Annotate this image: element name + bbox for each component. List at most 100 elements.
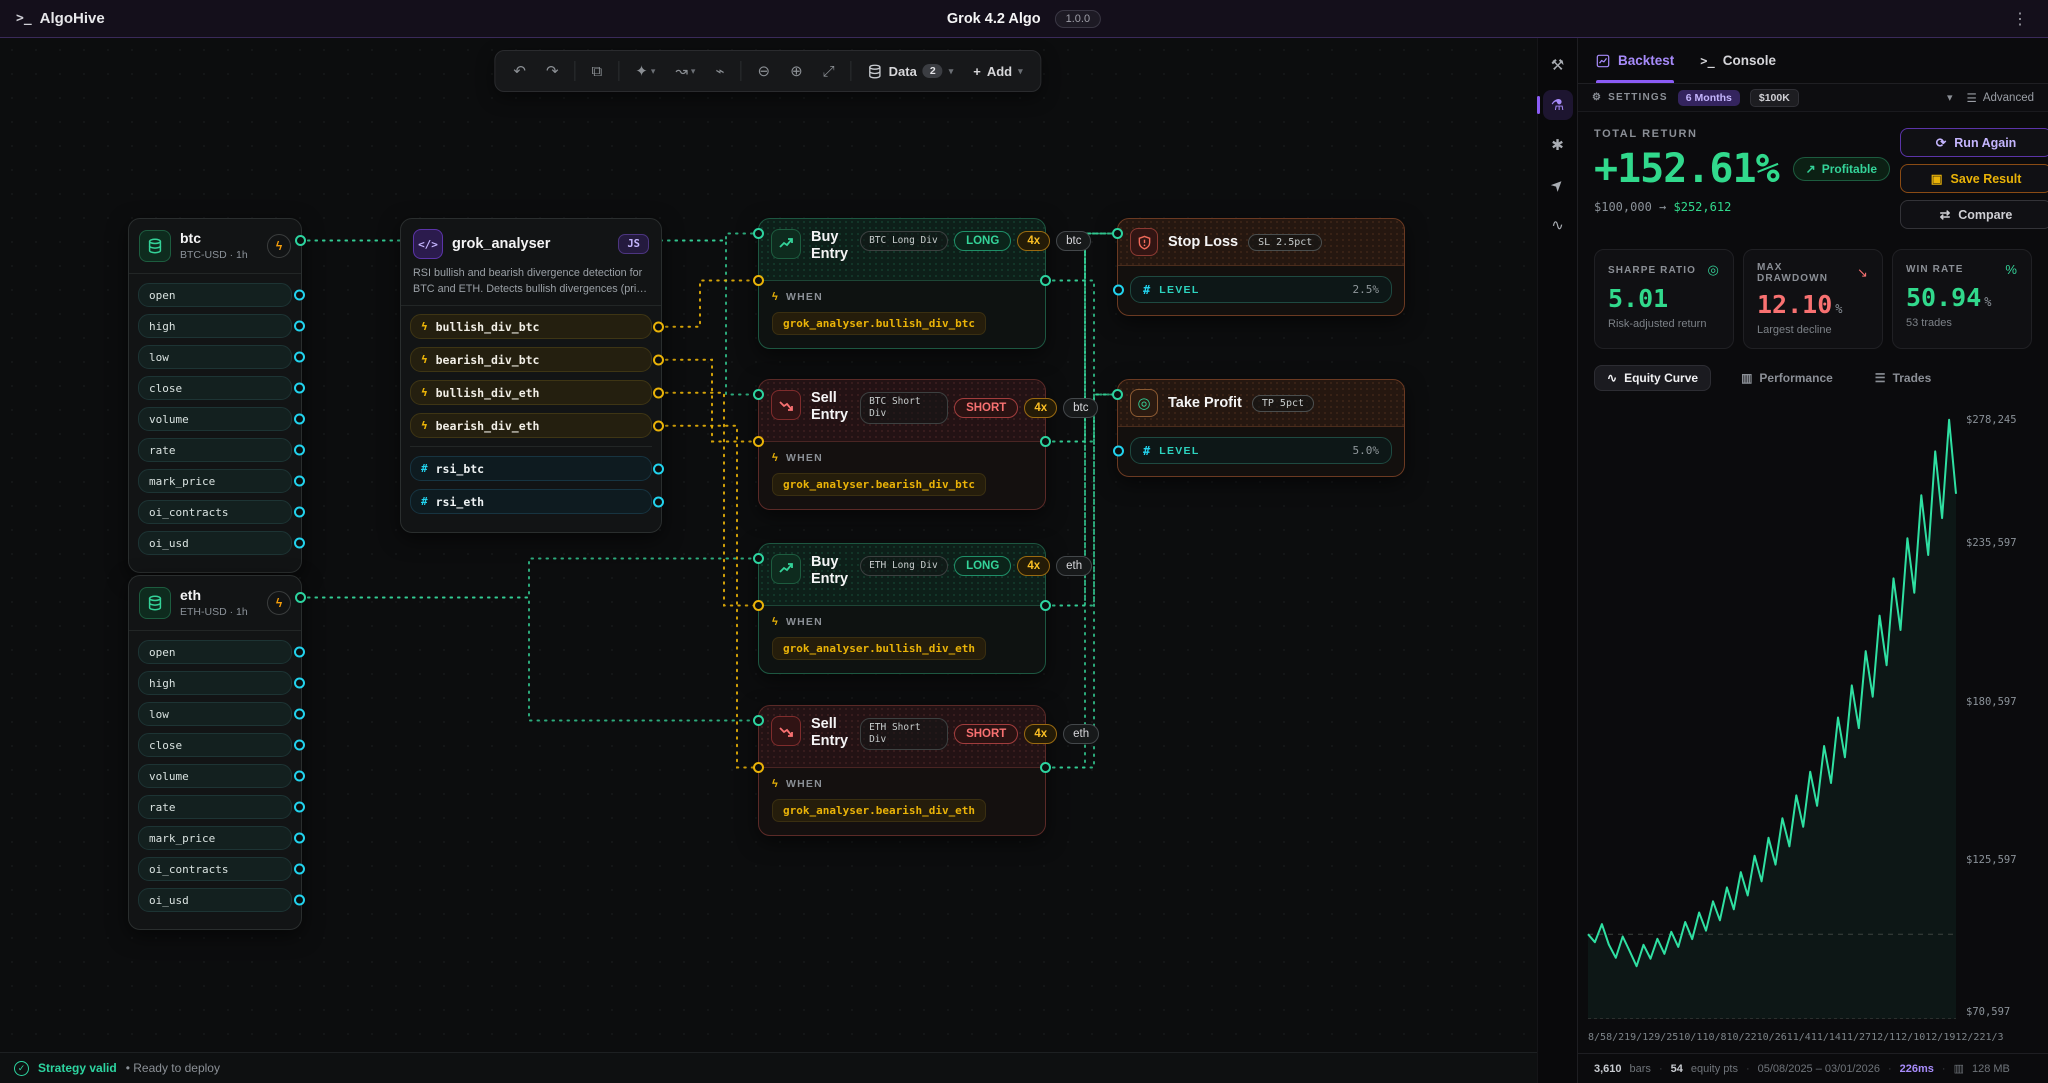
signal-row[interactable]: ϟ bullish_div_eth [410, 380, 652, 405]
node-stop-loss[interactable]: Stop Loss SL 2.5pct # LEVEL 2.5% [1117, 218, 1405, 316]
tab-trades[interactable]: ☰ Trades [1863, 366, 1943, 390]
port-field-output[interactable] [294, 476, 305, 487]
save-result-button[interactable]: ▣ Save Result [1900, 164, 2048, 193]
field-row[interactable]: volume [138, 764, 292, 788]
port-btc-output[interactable] [295, 235, 306, 246]
tab-performance[interactable]: ▥ Performance [1729, 366, 1845, 390]
auto-wire-button[interactable]: ✦▾ [627, 58, 663, 84]
tab-console[interactable]: >_ Console [1700, 38, 1776, 83]
port-market-input[interactable] [753, 715, 764, 726]
collapse-chevron-icon[interactable]: ▾ [1947, 91, 1953, 104]
field-row[interactable]: volume [138, 407, 292, 431]
monitor-tool-button[interactable]: ∿ [1543, 210, 1573, 240]
fit-view-button[interactable]: ⤢ [815, 59, 843, 84]
undo-button[interactable]: ↶ [505, 58, 534, 84]
when-expression[interactable]: grok_analyser.bearish_div_eth [772, 799, 986, 822]
port-field-output[interactable] [294, 290, 305, 301]
port-level-input[interactable] [1113, 445, 1124, 456]
field-row[interactable]: oi_contracts [138, 500, 292, 524]
copy-button[interactable]: ⧉ [584, 59, 611, 84]
link-button[interactable]: ⌁ [707, 58, 732, 84]
advanced-button[interactable]: ☰ Advanced [1967, 91, 2034, 105]
port-when-input[interactable] [753, 762, 764, 773]
field-row[interactable]: rate [138, 438, 292, 462]
strategy-canvas[interactable]: ↶ ↷ ⧉ ✦▾ ↝▾ ⌁ ⊖ ⊕ ⤢ Data 2 [0, 38, 1537, 1052]
field-row[interactable]: open [138, 283, 292, 307]
zoom-in-button[interactable]: ⊕ [782, 58, 811, 84]
field-row[interactable]: rate [138, 795, 292, 819]
deploy-tool-button[interactable]: ➤ [1543, 170, 1573, 200]
port-level-input[interactable] [1113, 284, 1124, 295]
port-field-output[interactable] [294, 383, 305, 394]
capital-badge[interactable]: $100K [1750, 89, 1799, 107]
port-when-input[interactable] [753, 436, 764, 447]
when-expression[interactable]: grok_analyser.bullish_div_eth [772, 637, 986, 660]
tab-backtest[interactable]: Backtest [1596, 38, 1674, 83]
node-buy-entry-eth[interactable]: Buy Entry ETH Long Div LONG 4x eth ϟWHEN… [758, 543, 1046, 674]
port-take-profit-input[interactable] [1112, 389, 1123, 400]
when-expression[interactable]: grok_analyser.bullish_div_btc [772, 312, 986, 335]
port-field-output[interactable] [294, 507, 305, 518]
port-field-output[interactable] [294, 833, 305, 844]
port-entry-output[interactable] [1040, 275, 1051, 286]
period-badge[interactable]: 6 Months [1678, 90, 1740, 106]
port-field-output[interactable] [294, 740, 305, 751]
compare-button[interactable]: ⇄ Compare [1900, 200, 2048, 229]
node-eth[interactable]: eth ETH-USD · 1h ϟ open [128, 575, 302, 930]
port-field-output[interactable] [294, 647, 305, 658]
redo-button[interactable]: ↷ [538, 58, 567, 84]
port-field-output[interactable] [294, 445, 305, 456]
field-row[interactable]: high [138, 314, 292, 338]
signal-row[interactable]: ϟ bearish_div_btc [410, 347, 652, 372]
field-row[interactable]: mark_price [138, 826, 292, 850]
port-entry-output[interactable] [1040, 600, 1051, 611]
run-again-button[interactable]: ⟳ Run Again [1900, 128, 2048, 157]
level-row[interactable]: # LEVEL 5.0% [1130, 437, 1392, 464]
overflow-menu-icon[interactable]: ⋮ [2008, 9, 2032, 29]
port-field-output[interactable] [294, 352, 305, 363]
port-field-output[interactable] [294, 895, 305, 906]
value-row[interactable]: # rsi_eth [410, 489, 652, 514]
port-signal-output[interactable] [653, 387, 664, 398]
port-field-output[interactable] [294, 678, 305, 689]
build-tool-button[interactable]: ⚒ [1543, 50, 1573, 80]
field-row[interactable]: close [138, 376, 292, 400]
node-buy-entry-btc[interactable]: Buy Entry BTC Long Div LONG 4x btc ϟWHEN… [758, 218, 1046, 349]
port-value-output[interactable] [653, 496, 664, 507]
node-btc[interactable]: btc BTC-USD · 1h ϟ open [128, 218, 302, 573]
port-eth-output[interactable] [295, 592, 306, 603]
node-take-profit[interactable]: ◎ Take Profit TP 5pct # LEVEL 5.0% [1117, 379, 1405, 477]
port-market-input[interactable] [753, 553, 764, 564]
port-signal-output[interactable] [653, 420, 664, 431]
field-row[interactable]: low [138, 702, 292, 726]
port-field-output[interactable] [294, 802, 305, 813]
port-signal-output[interactable] [653, 354, 664, 365]
level-row[interactable]: # LEVEL 2.5% [1130, 276, 1392, 303]
field-row[interactable]: oi_contracts [138, 857, 292, 881]
port-field-output[interactable] [294, 538, 305, 549]
field-row[interactable]: mark_price [138, 469, 292, 493]
backtest-tool-button[interactable]: ⚗ [1543, 90, 1573, 120]
signal-row[interactable]: ϟ bearish_div_eth [410, 413, 652, 438]
port-field-output[interactable] [294, 414, 305, 425]
field-row[interactable]: oi_usd [138, 888, 292, 912]
port-signal-output[interactable] [653, 321, 664, 332]
settings-button[interactable]: ⚙ SETTINGS [1592, 92, 1668, 103]
node-grok-analyser[interactable]: </> grok_analyser JS RSI bullish and bea… [400, 218, 662, 533]
signal-row[interactable]: ϟ bullish_div_btc [410, 314, 652, 339]
port-when-input[interactable] [753, 275, 764, 286]
port-entry-output[interactable] [1040, 762, 1051, 773]
port-field-output[interactable] [294, 864, 305, 875]
port-stop-loss-input[interactable] [1112, 228, 1123, 239]
field-row[interactable]: high [138, 671, 292, 695]
value-row[interactable]: # rsi_btc [410, 456, 652, 481]
when-expression[interactable]: grok_analyser.bearish_div_btc [772, 473, 986, 496]
port-when-input[interactable] [753, 600, 764, 611]
port-field-output[interactable] [294, 709, 305, 720]
field-row[interactable]: low [138, 345, 292, 369]
debug-tool-button[interactable]: ✱ [1543, 130, 1573, 160]
data-menu-button[interactable]: Data 2 ▾ [860, 60, 962, 83]
zoom-out-button[interactable]: ⊖ [749, 58, 778, 84]
port-value-output[interactable] [653, 463, 664, 474]
field-row[interactable]: close [138, 733, 292, 757]
